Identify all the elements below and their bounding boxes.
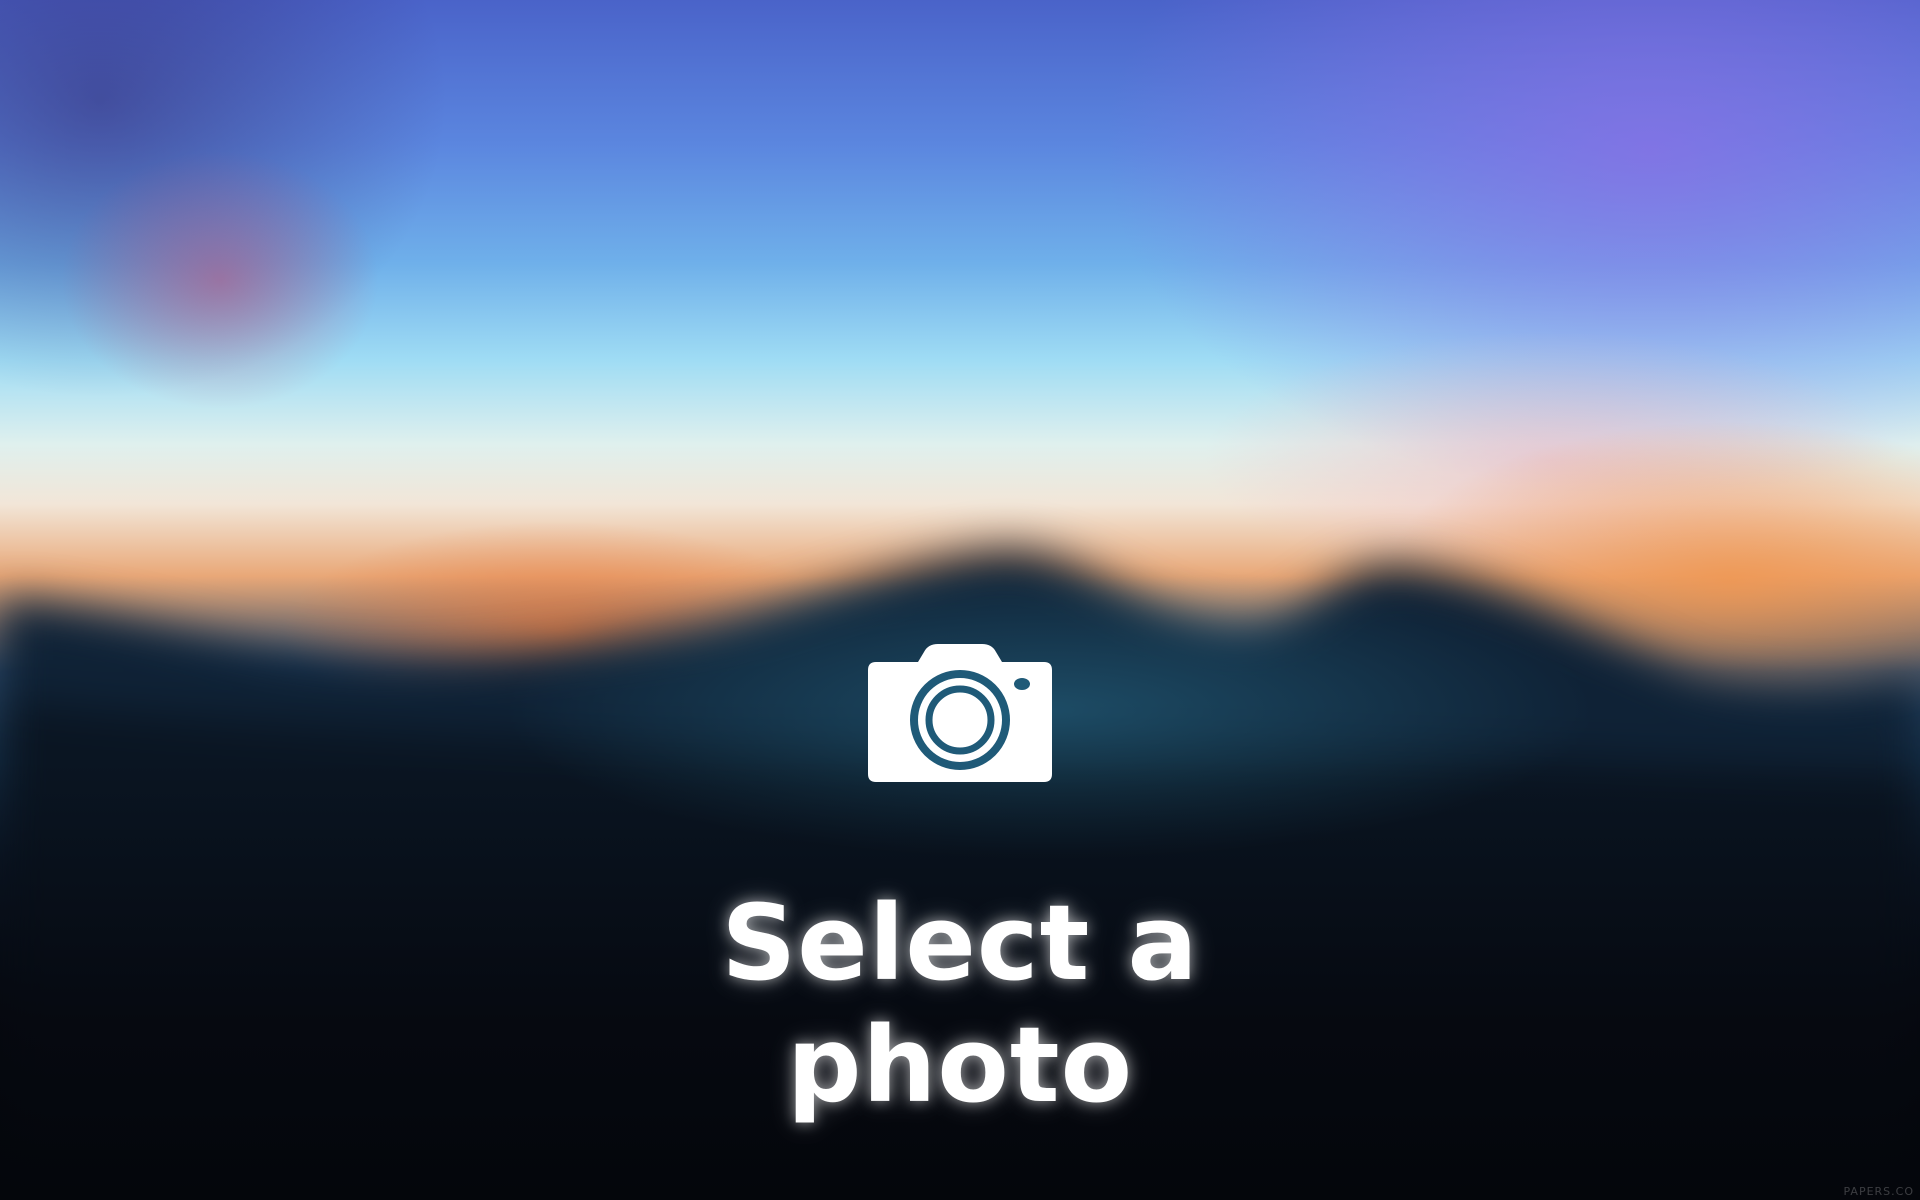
select-photo-label: Select a photo [721,882,1199,1126]
watermark: PAPERS.CO [1843,1185,1914,1198]
select-photo-button[interactable]: Select a photo [560,620,1360,1126]
camera-icon [868,644,1052,782]
photo-picker-screen: Select a photo PAPERS.CO [0,0,1920,1200]
